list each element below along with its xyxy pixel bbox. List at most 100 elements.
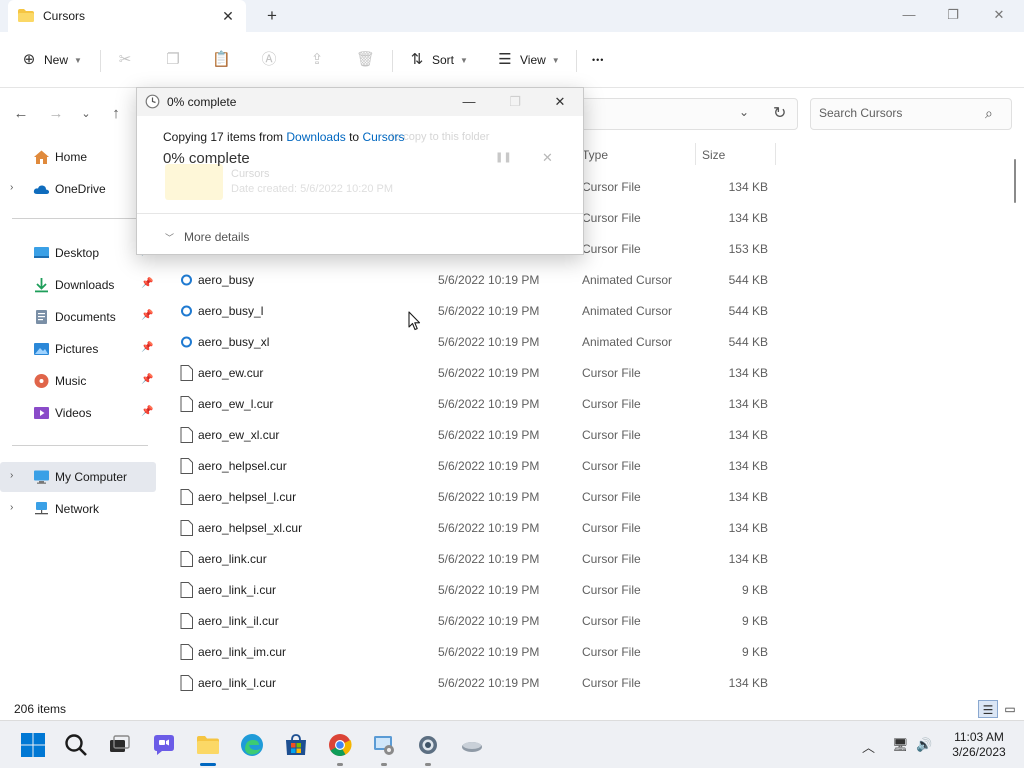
more-options-button[interactable]: •••	[592, 46, 604, 74]
destination-folder-link[interactable]: Cursors	[362, 130, 404, 144]
column-divider[interactable]	[695, 143, 696, 165]
list-item[interactable]: aero_helpsel.cur 5/6/2022 10:19 PM Curso…	[168, 450, 778, 481]
search-input[interactable]	[819, 106, 979, 120]
command-bar: ⊕ New ▼ ✂ ❐ 📋 Ⓐ ⇪ 🗑 ⇅ Sort ▼ ☰ View ▼ ••…	[0, 32, 1024, 88]
file-explorer-icon[interactable]	[195, 732, 221, 758]
microsoft-store-icon[interactable]	[283, 732, 309, 758]
pin-icon[interactable]: 📌	[141, 310, 153, 321]
copy-progress-dialog: 0% complete — ❐ ✕ to copy to this folder…	[136, 87, 584, 255]
control-panel-icon[interactable]	[371, 732, 397, 758]
copy-button[interactable]: ❐	[164, 46, 182, 74]
close-tab-icon[interactable]: ✕	[218, 6, 238, 26]
list-item[interactable]: aero_ew.cur 5/6/2022 10:19 PM Cursor Fil…	[168, 357, 778, 388]
volume-icon[interactable]: 🔊	[916, 737, 932, 753]
view-button[interactable]: ☰ View ▼	[496, 46, 559, 74]
column-divider[interactable]	[775, 143, 776, 165]
plus-circle-icon: ⊕	[22, 51, 36, 68]
dialog-title-bar[interactable]: 0% complete — ❐ ✕	[137, 88, 583, 116]
cloud-icon	[33, 185, 50, 194]
dialog-maximize-button[interactable]: ❐	[503, 92, 527, 112]
cancel-copy-icon[interactable]: ✕	[542, 150, 553, 166]
sidebar-item-downloads[interactable]: Downloads 📌	[0, 270, 156, 300]
minimize-button[interactable]: —	[886, 0, 932, 30]
start-windows-icon[interactable]	[20, 732, 46, 758]
system-clock[interactable]: 11:03 AM 3/26/2023	[946, 730, 1012, 760]
search-box[interactable]: ⌕	[810, 98, 1012, 130]
sidebar-item-onedrive[interactable]: › OneDrive	[0, 174, 156, 204]
sidebar-item-desktop[interactable]: Desktop 📌	[0, 238, 156, 268]
sidebar-item-home[interactable]: Home	[0, 142, 156, 172]
show-hidden-icons-chevron-icon[interactable]: ︿	[862, 737, 875, 756]
details-view-icon[interactable]: ☰	[978, 700, 998, 718]
search-icon[interactable]	[63, 732, 89, 758]
sidebar-item-documents[interactable]: Documents 📌	[0, 302, 156, 332]
chat-icon[interactable]	[151, 732, 177, 758]
edge-browser-icon[interactable]	[239, 732, 265, 758]
network-icon[interactable]: 🖥	[892, 737, 909, 753]
list-item[interactable]: aero_ew_l.cur 5/6/2022 10:19 PM Cursor F…	[168, 388, 778, 419]
source-folder-link[interactable]: Downloads	[286, 130, 345, 144]
task-view-icon[interactable]	[106, 732, 132, 758]
mouse-icon[interactable]	[459, 732, 485, 758]
paste-button[interactable]: 📋	[212, 46, 231, 74]
list-item[interactable]: aero_link_im.cur 5/6/2022 10:19 PM Curso…	[168, 636, 778, 667]
more-details-toggle[interactable]: ﹀ More details	[165, 230, 249, 244]
rename-button[interactable]: Ⓐ	[260, 46, 278, 74]
toolbar-divider	[576, 50, 577, 72]
forward-arrow-icon[interactable]: →	[46, 104, 66, 124]
list-item[interactable]: aero_link_il.cur 5/6/2022 10:19 PM Curso…	[168, 605, 778, 636]
expand-chevron-icon[interactable]: ›	[10, 470, 13, 481]
dialog-close-button[interactable]: ✕	[548, 92, 572, 112]
address-bar[interactable]: ⌄ ↻	[576, 98, 798, 130]
recent-locations-chevron-icon[interactable]: ⌄	[76, 104, 96, 124]
list-item[interactable]: aero_busy_l 5/6/2022 10:19 PM Animated C…	[168, 295, 778, 326]
vertical-scrollbar[interactable]	[1012, 145, 1018, 690]
chrome-browser-icon[interactable]	[327, 732, 353, 758]
pin-icon[interactable]: 📌	[141, 342, 153, 353]
up-arrow-icon[interactable]: ↑	[106, 104, 126, 124]
new-tab-button[interactable]: +	[262, 6, 282, 26]
refresh-icon[interactable]: ↻	[773, 103, 786, 123]
expand-chevron-icon[interactable]: ›	[10, 182, 13, 193]
sidebar-item-my-computer[interactable]: › My Computer	[0, 462, 156, 492]
animated-cursor-icon	[181, 274, 192, 286]
expand-chevron-icon[interactable]: ›	[10, 502, 13, 513]
sidebar-item-network[interactable]: › Network	[0, 494, 156, 524]
pause-icon[interactable]: ❚❚	[495, 152, 512, 163]
more-details-label: More details	[184, 230, 250, 244]
maximize-button[interactable]: ❐	[930, 0, 976, 30]
pin-icon[interactable]: 📌	[141, 374, 153, 385]
tiles-view-icon[interactable]: ▭	[1000, 700, 1020, 718]
list-item[interactable]: aero_busy 5/6/2022 10:19 PM Animated Cur…	[168, 264, 778, 295]
pin-icon[interactable]: 📌	[141, 406, 153, 417]
chevron-down-icon: ﹀	[165, 232, 175, 243]
share-button[interactable]: ⇪	[308, 46, 326, 74]
address-history-chevron-icon[interactable]: ⌄	[739, 105, 749, 119]
pin-icon[interactable]: 📌	[141, 278, 153, 289]
new-button[interactable]: ⊕ New ▼	[20, 46, 82, 74]
close-window-button[interactable]: ✕	[976, 0, 1022, 30]
sidebar-item-music[interactable]: Music 📌	[0, 366, 156, 396]
dialog-minimize-button[interactable]: —	[457, 92, 481, 112]
sidebar-item-pictures[interactable]: Pictures 📌	[0, 334, 156, 364]
list-item[interactable]: aero_ew_xl.cur 5/6/2022 10:19 PM Cursor …	[168, 419, 778, 450]
sidebar-divider	[12, 445, 148, 446]
list-item[interactable]: aero_link.cur 5/6/2022 10:19 PM Cursor F…	[168, 543, 778, 574]
list-item[interactable]: aero_busy_xl 5/6/2022 10:19 PM Animated …	[168, 326, 778, 357]
file-icon	[180, 520, 193, 536]
list-item[interactable]: aero_link_i.cur 5/6/2022 10:19 PM Cursor…	[168, 574, 778, 605]
back-arrow-icon[interactable]: ←	[11, 104, 31, 124]
list-item[interactable]: aero_link_l.cur 5/6/2022 10:19 PM Cursor…	[168, 667, 778, 698]
folder-icon	[18, 9, 34, 22]
list-item[interactable]: aero_helpsel_xl.cur 5/6/2022 10:19 PM Cu…	[168, 512, 778, 543]
delete-button[interactable]: 🗑	[356, 46, 375, 74]
settings-gear-icon[interactable]	[415, 732, 441, 758]
chevron-down-icon: ▼	[74, 55, 82, 65]
list-item[interactable]: aero_helpsel_l.cur 5/6/2022 10:19 PM Cur…	[168, 481, 778, 512]
tab-cursors[interactable]: Cursors ✕	[8, 0, 246, 32]
sidebar-item-videos[interactable]: Videos 📌	[0, 398, 156, 428]
sort-button[interactable]: ⇅ Sort ▼	[408, 46, 468, 74]
cut-button[interactable]: ✂	[116, 46, 134, 74]
taskbar: ︿ 🖥 🔊 11:03 AM 3/26/2023	[0, 720, 1024, 768]
scrollbar-thumb[interactable]	[1014, 159, 1016, 203]
